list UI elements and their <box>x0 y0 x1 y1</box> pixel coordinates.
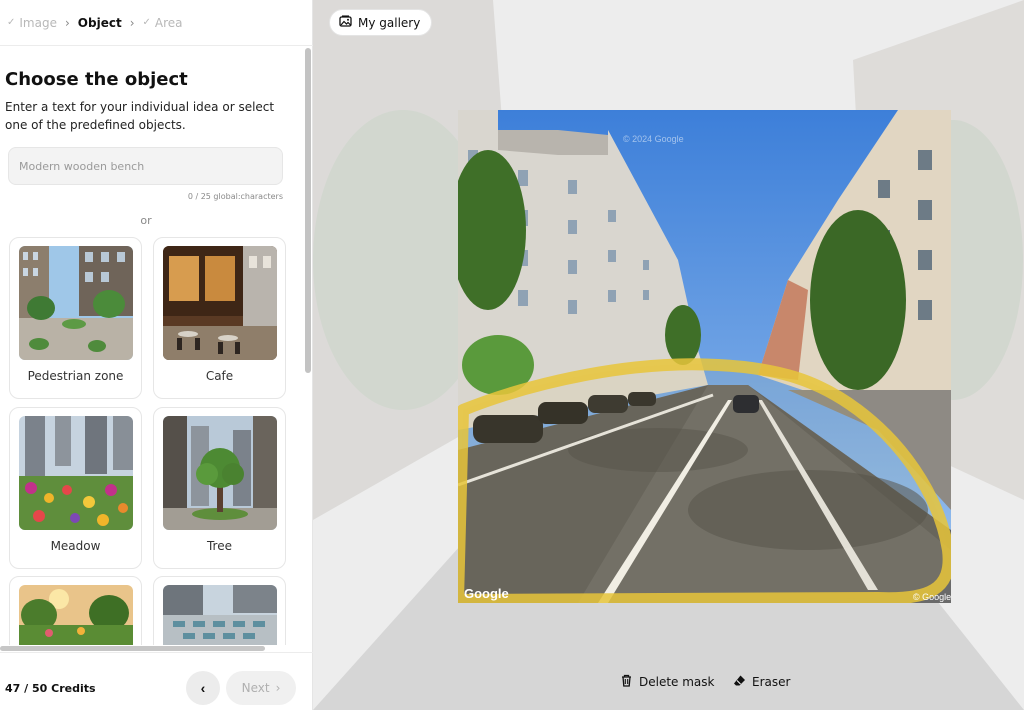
check-icon: ✓ <box>7 17 16 28</box>
object-panel: Choose the object Enter a text for your … <box>0 47 305 645</box>
object-card-garden[interactable] <box>9 576 142 645</box>
copyright-overlay: © 2024 Google <box>623 134 684 144</box>
object-card-pedestrian-zone[interactable]: Pedestrian zone <box>9 237 142 399</box>
object-thumbnail <box>163 246 277 360</box>
or-divider: or <box>140 214 152 227</box>
copyright-watermark: © Google <box>913 592 951 602</box>
step-image[interactable]: ✓ Image <box>7 16 57 30</box>
panel-description: Enter a text for your individual idea or… <box>5 100 275 132</box>
sidebar: ✓ Image › Object › ✓ Area Choose the obj… <box>0 0 313 710</box>
chevron-right-icon: › <box>64 15 70 30</box>
object-label: Meadow <box>50 539 101 553</box>
object-text-input[interactable] <box>8 147 283 185</box>
object-label: Cafe <box>205 369 234 383</box>
object-label: Tree <box>206 539 232 553</box>
credits-counter: 47 / 50 Credits <box>5 682 96 695</box>
object-thumbnail <box>19 416 133 530</box>
object-thumbnail <box>19 246 133 360</box>
step-area[interactable]: ✓ Area <box>143 16 183 30</box>
object-card-meadow[interactable]: Meadow <box>9 407 142 569</box>
object-label: Pedestrian zone <box>27 369 124 383</box>
delete-mask-button[interactable]: Delete mask <box>620 674 715 690</box>
object-thumbnail <box>163 585 277 645</box>
chevron-right-icon: › <box>275 681 281 695</box>
eraser-button[interactable]: Eraser <box>733 674 790 690</box>
eraser-label: Eraser <box>752 675 791 689</box>
character-count: 0 / 25 global:characters <box>187 192 283 201</box>
gallery-icon <box>339 15 352 30</box>
step-label: Object <box>77 15 122 30</box>
back-button[interactable]: ‹ <box>186 671 220 705</box>
gallery-label: My gallery <box>358 15 421 30</box>
step-object[interactable]: Object <box>78 16 122 30</box>
object-thumbnail <box>163 416 277 530</box>
eraser-icon <box>733 674 746 690</box>
object-card-tree[interactable]: Tree <box>153 407 286 569</box>
stepper: ✓ Image › Object › ✓ Area <box>0 0 313 46</box>
horizontal-scrollbar[interactable] <box>0 646 265 651</box>
next-button[interactable]: Next › <box>226 671 296 705</box>
sidebar-footer: 47 / 50 Credits ‹ Next › <box>0 652 313 710</box>
panel-title: Choose the object <box>5 69 188 90</box>
delete-mask-label: Delete mask <box>639 675 715 689</box>
vertical-scrollbar[interactable] <box>305 48 311 373</box>
next-label: Next <box>241 681 270 695</box>
trash-icon <box>620 674 633 690</box>
street-photo[interactable]: Google © Google © 2024 Google <box>458 110 951 603</box>
step-label: Area <box>154 15 183 30</box>
chevron-left-icon: ‹ <box>200 680 206 696</box>
step-label: Image <box>19 15 57 30</box>
object-card-cafe[interactable]: Cafe <box>153 237 286 399</box>
object-card-plaza[interactable] <box>153 576 286 645</box>
canvas-area: My gallery Google © Google © 2024 Google… <box>313 0 1024 710</box>
my-gallery-button[interactable]: My gallery <box>329 9 433 36</box>
check-icon: ✓ <box>142 17 151 28</box>
google-watermark: Google <box>464 586 509 601</box>
chevron-right-icon: › <box>129 15 135 30</box>
object-thumbnail <box>19 585 133 645</box>
